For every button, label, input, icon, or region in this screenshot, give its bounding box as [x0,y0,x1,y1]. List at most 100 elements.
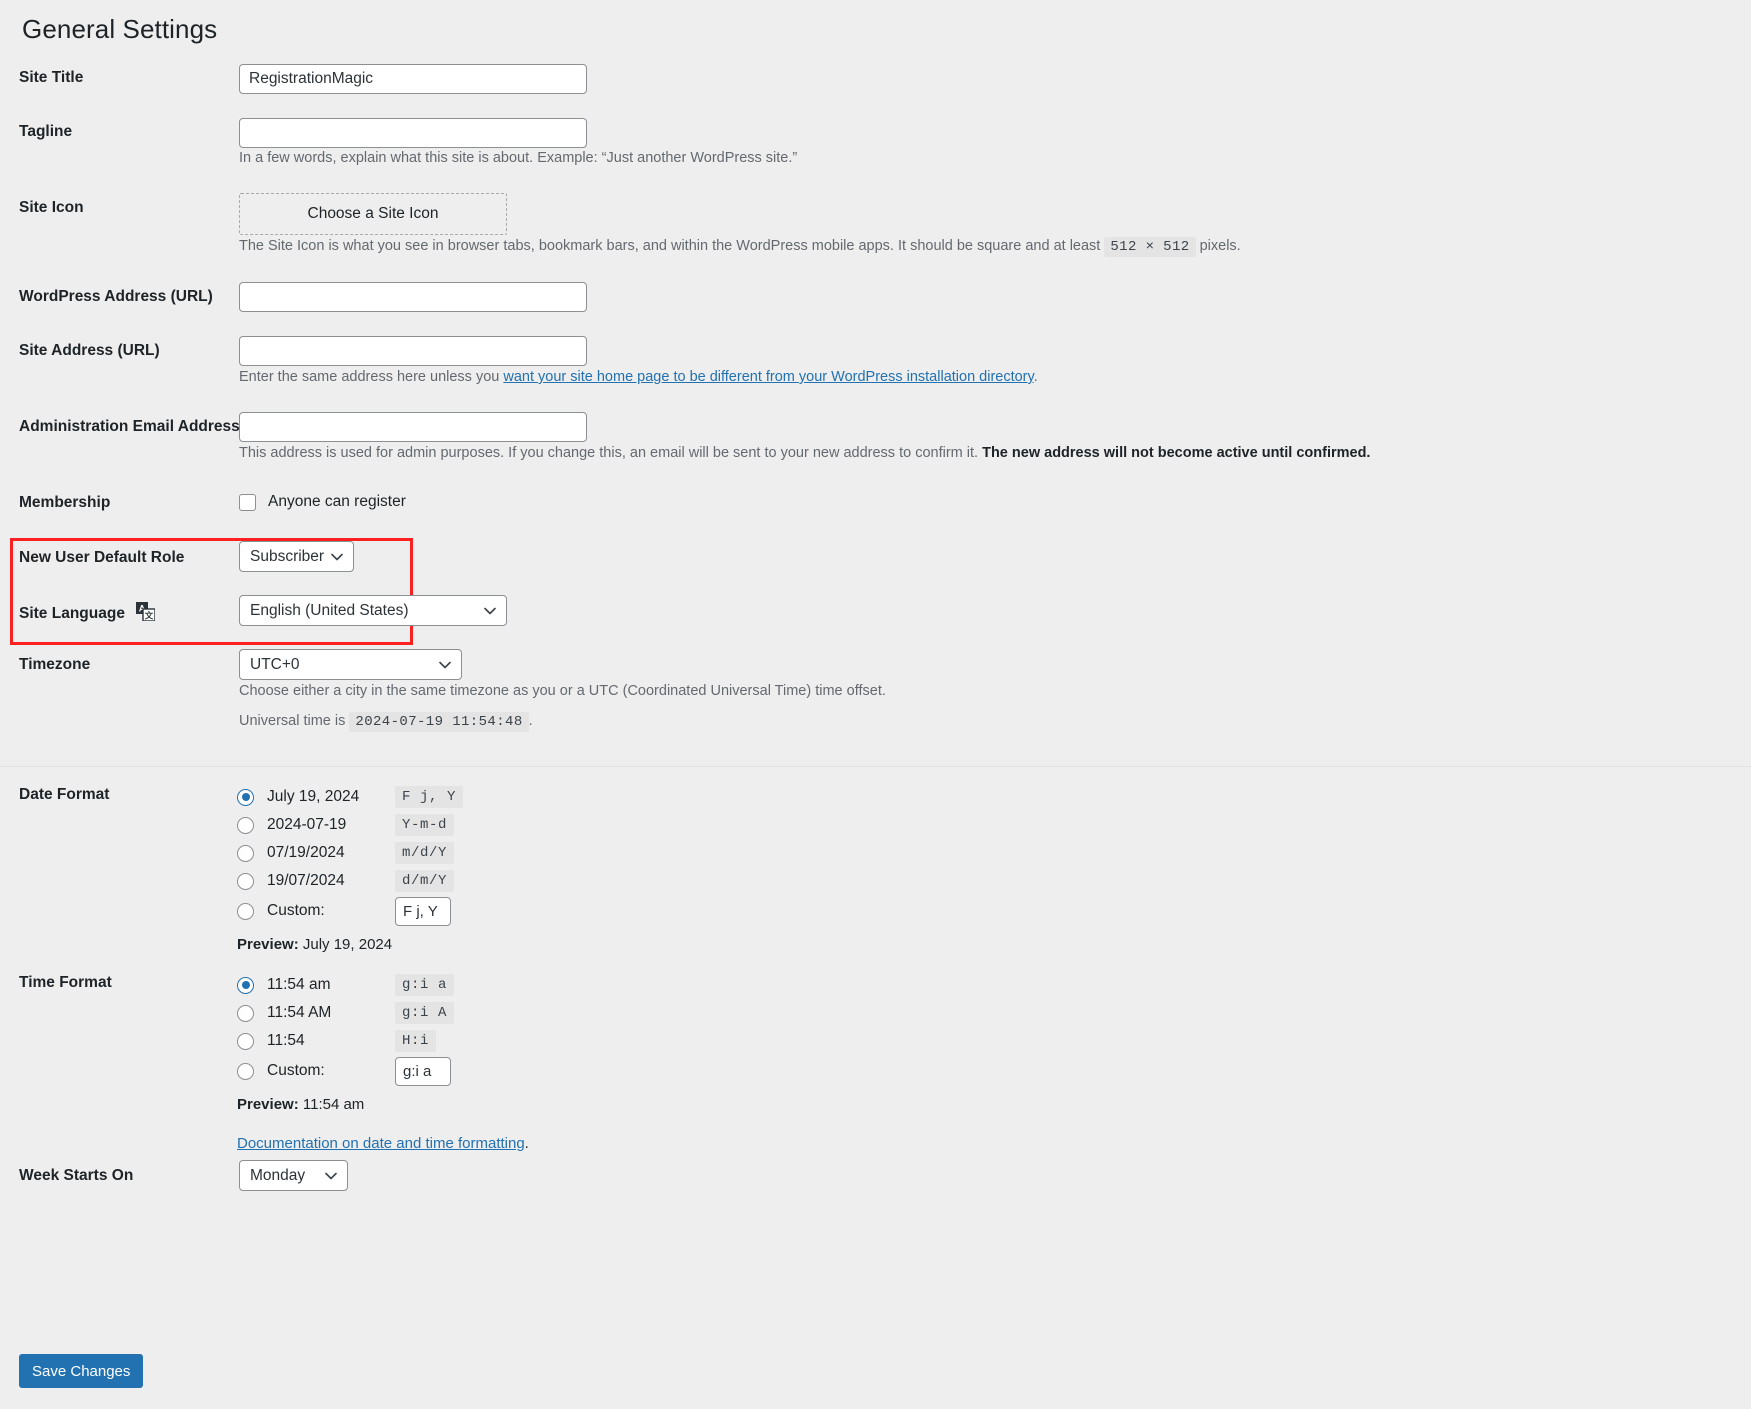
timezone-description: Choose either a city in the same timezon… [239,683,886,699]
membership-checkbox-row: Anyone can register [239,493,406,511]
date-format-label: Date Format [19,786,109,804]
universal-time-suffix: . [529,713,533,729]
site-title-input[interactable] [239,64,587,94]
time-format-option-row[interactable]: 11:54 AM g:i A [237,999,657,1027]
universal-time-value: 2024-07-19 11:54:48 [349,712,528,732]
chevron-down-icon [439,650,451,679]
site-icon-desc-after: pixels. [1200,238,1241,254]
administration-email-description: This address is used for admin purposes.… [239,445,1370,461]
date-format-preview-label: Preview: [237,936,299,953]
date-format-preview: Preview: July 19, 2024 [237,936,657,953]
time-format-options: 11:54 am g:i a 11:54 AM g:i A 11:54 H:i … [237,971,657,1152]
new-user-default-role-select[interactable]: Subscriber [239,541,354,572]
date-format-option-row[interactable]: July 19, 2024 F j, Y [237,783,657,811]
anyone-can-register-label: Anyone can register [268,493,406,511]
date-format-option-row[interactable]: 2024-07-19 Y-m-d [237,811,657,839]
anyone-can-register-checkbox[interactable] [239,494,256,511]
tagline-input[interactable] [239,118,587,148]
date-time-documentation-link[interactable]: Documentation on date and time formattin… [237,1135,525,1152]
chevron-down-icon [325,1161,337,1190]
time-format-radio-custom[interactable] [237,1063,254,1080]
section-divider [0,766,1751,767]
date-format-text-2: 07/19/2024 [267,844,395,862]
timezone-value: UTC+0 [250,656,300,673]
svg-text:文: 文 [145,611,154,621]
time-format-text-0: 11:54 am [267,976,395,994]
general-settings-page: General Settings Site Title Tagline In a… [0,0,1751,1409]
site-address-description: Enter the same address here unless you w… [239,369,1038,385]
time-format-preview-label: Preview: [237,1096,299,1113]
date-format-radio-3[interactable] [237,873,254,890]
site-language-value: English (United States) [250,602,409,619]
universal-time-row: Universal time is 2024-07-19 11:54:48. [239,713,533,730]
site-address-input[interactable] [239,336,587,366]
timezone-select[interactable]: UTC+0 [239,649,462,680]
site-icon-label: Site Icon [19,199,84,217]
week-starts-on-label: Week Starts On [19,1167,133,1185]
week-starts-on-select-wrap: Monday [239,1160,348,1191]
installation-directory-link[interactable]: want your site home page to be different… [503,369,1033,385]
time-format-radio-1[interactable] [237,1005,254,1022]
date-format-text-3: 19/07/2024 [267,872,395,890]
date-format-code-0: F j, Y [395,786,463,808]
time-format-label: Time Format [19,974,112,992]
time-format-option-row[interactable]: 11:54 am g:i a [237,971,657,999]
administration-email-label: Administration Email Address [19,418,240,436]
universal-time-prefix: Universal time is [239,713,345,729]
date-format-custom-label: Custom: [267,902,395,920]
date-format-custom-input[interactable] [395,897,451,926]
choose-site-icon-button[interactable]: Choose a Site Icon [239,193,507,235]
time-format-preview: Preview: 11:54 am [237,1096,657,1113]
wordpress-address-input[interactable] [239,282,587,312]
timezone-select-wrap: UTC+0 [239,649,462,680]
date-format-option-row[interactable]: 07/19/2024 m/d/Y [237,839,657,867]
save-changes-button[interactable]: Save Changes [19,1354,143,1388]
translate-icon: A 文 [136,602,155,621]
date-format-text-0: July 19, 2024 [267,788,395,806]
time-format-custom-row[interactable]: Custom: [237,1055,657,1087]
date-format-text-1: 2024-07-19 [267,816,395,834]
administration-email-input[interactable] [239,412,587,442]
tagline-label: Tagline [19,123,72,141]
chevron-down-icon [331,542,343,571]
time-format-custom-input[interactable] [395,1057,451,1086]
time-format-code-1: g:i A [395,1002,454,1024]
documentation-suffix: . [525,1135,529,1152]
site-address-desc-after: . [1034,369,1038,385]
date-format-code-2: m/d/Y [395,842,454,864]
site-language-select[interactable]: English (United States) [239,595,507,626]
date-format-custom-row[interactable]: Custom: [237,895,657,927]
site-icon-desc-before: The Site Icon is what you see in browser… [239,238,1100,254]
time-format-preview-value: 11:54 am [303,1096,364,1113]
time-format-text-1: 11:54 AM [267,1004,395,1022]
new-user-default-role-label: New User Default Role [19,549,184,567]
new-user-default-role-select-wrap: Subscriber [239,541,354,572]
date-format-options: July 19, 2024 F j, Y 2024-07-19 Y-m-d 07… [237,783,657,953]
time-format-option-row[interactable]: 11:54 H:i [237,1027,657,1055]
date-format-code-3: d/m/Y [395,870,454,892]
time-format-code-2: H:i [395,1030,436,1052]
site-title-label: Site Title [19,69,83,87]
date-format-radio-custom[interactable] [237,903,254,920]
date-format-radio-2[interactable] [237,845,254,862]
chevron-down-icon [484,596,496,625]
timezone-label: Timezone [19,656,90,674]
new-user-default-role-value: Subscriber [250,548,324,565]
membership-label: Membership [19,494,110,512]
site-icon-size-code: 512 × 512 [1104,237,1195,257]
time-format-radio-2[interactable] [237,1033,254,1050]
date-format-radio-1[interactable] [237,817,254,834]
time-format-radio-0[interactable] [237,977,254,994]
time-format-text-2: 11:54 [267,1032,395,1050]
date-format-code-1: Y-m-d [395,814,454,836]
admin-email-desc-bold: The new address will not become active u… [982,445,1370,461]
week-starts-on-select[interactable]: Monday [239,1160,348,1191]
date-format-radio-0[interactable] [237,789,254,806]
site-language-select-wrap: English (United States) [239,595,507,626]
site-address-desc-before: Enter the same address here unless you [239,369,499,385]
page-title: General Settings [22,14,217,45]
tagline-description: In a few words, explain what this site i… [239,150,797,166]
time-format-custom-label: Custom: [267,1062,395,1080]
admin-email-desc-before: This address is used for admin purposes.… [239,445,978,461]
date-format-option-row[interactable]: 19/07/2024 d/m/Y [237,867,657,895]
